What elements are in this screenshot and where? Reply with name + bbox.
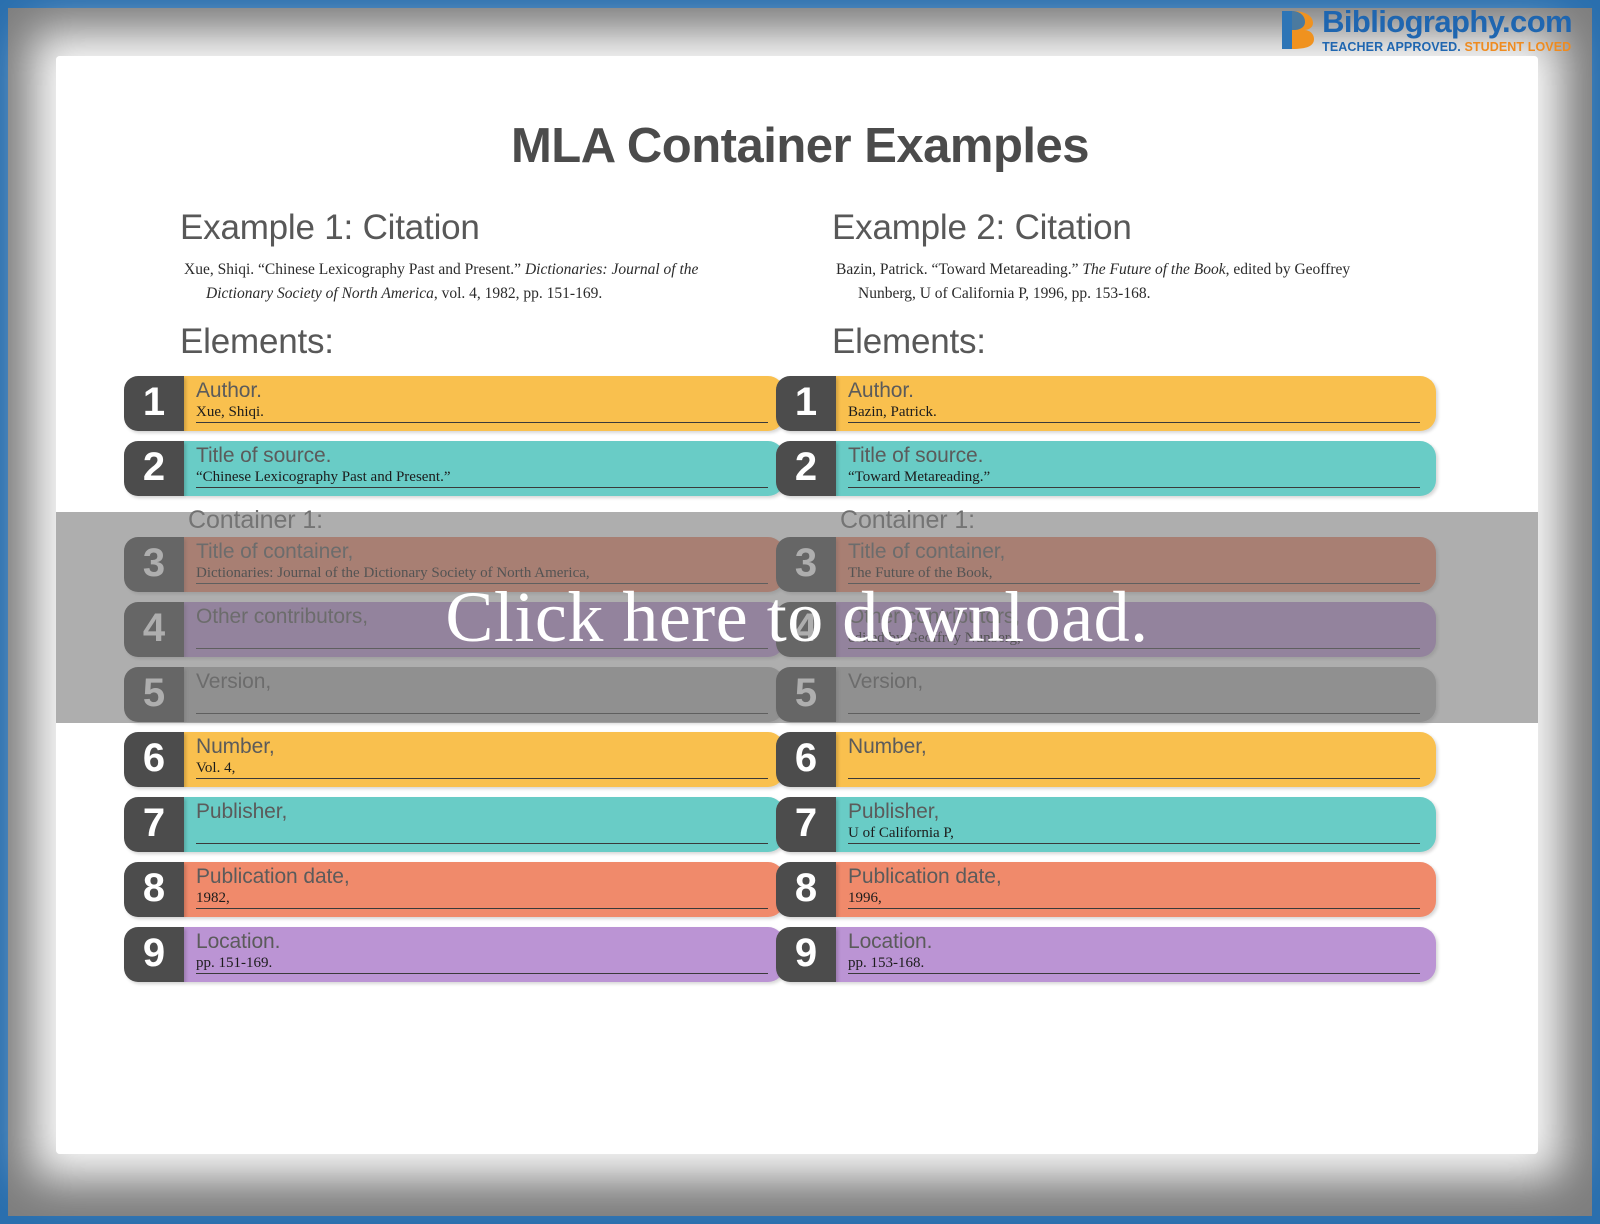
citation-text: Xue, Shiqi. “Chinese Lexicography Past a… (184, 258, 736, 306)
element-row: 8 Publication date, 1982, (124, 862, 784, 918)
element-bar: Title of source. “Chinese Lexicography Pa… (184, 441, 784, 497)
element-row: 7 Publisher, (124, 797, 784, 853)
example-heading: Example 2: Citation (832, 208, 1132, 247)
element-bar: Author. Xue, Shiqi. (184, 376, 784, 432)
element-write-line (848, 843, 1420, 845)
element-row: 1 Author. Bazin, Patrick. (776, 376, 1436, 432)
element-label: Location. (848, 930, 933, 954)
element-label: Author. (848, 379, 914, 403)
logo-tagline-part1: TEACHER APPROVED. (1322, 40, 1461, 54)
element-label: Author. (196, 379, 262, 403)
element-write-line (196, 422, 768, 424)
element-number-badge: 6 (776, 732, 836, 788)
element-write-line (196, 908, 768, 910)
logo-tagline-part2: STUDENT LOVED (1464, 40, 1572, 54)
example-heading: Example 1: Citation (180, 208, 480, 247)
element-bar: Number, Vol. 4, (184, 732, 784, 788)
element-write-line (196, 843, 768, 845)
element-number-badge: 9 (124, 927, 184, 983)
element-write-line (196, 973, 768, 975)
element-row: 7 Publisher, U of California P, (776, 797, 1436, 853)
element-label: Location. (196, 930, 281, 954)
element-bar: Title of source. “Toward Metareading.” (836, 441, 1436, 497)
element-bar: Publisher, U of California P, (836, 797, 1436, 853)
element-number-badge: 7 (124, 797, 184, 853)
bibliography-logo[interactable]: Bibliography.com TEACHER APPROVED. STUDE… (1281, 4, 1573, 56)
element-row: 6 Number, Vol. 4, (124, 732, 784, 788)
element-number-badge: 1 (776, 376, 836, 432)
element-write-line (196, 778, 768, 780)
element-row: 1 Author. Xue, Shiqi. (124, 376, 784, 432)
element-number-badge: 6 (124, 732, 184, 788)
element-bar: Publisher, (184, 797, 784, 853)
element-label: Publisher, (196, 800, 288, 824)
citation-segment: Bazin, Patrick. “Toward Metareading.” (836, 261, 1083, 278)
download-overlay-text: Click here to download. (445, 577, 1149, 657)
element-write-line (848, 487, 1420, 489)
element-label: Title of source. (848, 444, 984, 468)
element-row: 8 Publication date, 1996, (776, 862, 1436, 918)
elements-heading: Elements: (832, 322, 986, 362)
citation-title-italic: The Future of the Book (1082, 261, 1226, 278)
element-write-line (848, 778, 1420, 780)
citation-segment: , vol. 4, 1982, pp. 151-169. (433, 285, 603, 303)
element-bar: Number, (836, 732, 1436, 788)
element-bar: Location. pp. 151-169. (184, 927, 784, 983)
citation-segment: Xue, Shiqi. “Chinese Lexicography Past a… (184, 261, 525, 278)
element-number-badge: 9 (776, 927, 836, 983)
element-number-badge: 7 (776, 797, 836, 853)
element-label: Number, (848, 735, 927, 759)
logo-tagline: TEACHER APPROVED. STUDENT LOVED (1322, 40, 1572, 56)
element-row: 9 Location. pp. 151-169. (124, 927, 784, 983)
element-number-badge: 1 (124, 376, 184, 432)
logo-title: Bibliography.com (1322, 4, 1573, 39)
element-write-line (848, 908, 1420, 910)
element-label: Number, (196, 735, 275, 759)
element-bar: Publication date, 1982, (184, 862, 784, 918)
element-row: 6 Number, (776, 732, 1436, 788)
element-write-line (848, 422, 1420, 424)
element-bar: Author. Bazin, Patrick. (836, 376, 1436, 432)
element-number-badge: 2 (124, 441, 184, 497)
element-bar: Publication date, 1996, (836, 862, 1436, 918)
element-label: Publisher, (848, 800, 940, 824)
b-mark-icon (1281, 9, 1315, 51)
element-row: 2 Title of source. “Chinese Lexicography P… (124, 441, 784, 497)
element-label: Publication date, (848, 865, 1002, 889)
element-row: 2 Title of source. “Toward Metareading.” (776, 441, 1436, 497)
elements-heading: Elements: (180, 322, 334, 362)
element-bar: Location. pp. 153-168. (836, 927, 1436, 983)
download-overlay[interactable]: Click here to download. (56, 512, 1538, 723)
page-title: MLA Container Examples (510, 119, 1090, 173)
element-write-line (848, 973, 1420, 975)
element-label: Title of source. (196, 444, 332, 468)
element-row: 9 Location. pp. 153-168. (776, 927, 1436, 983)
element-write-line (196, 487, 768, 489)
citation-text: Bazin, Patrick. “Toward Metareading.” Th… (836, 258, 1388, 306)
element-number-badge: 8 (776, 862, 836, 918)
element-number-badge: 8 (124, 862, 184, 918)
element-label: Publication date, (196, 865, 350, 889)
element-number-badge: 2 (776, 441, 836, 497)
